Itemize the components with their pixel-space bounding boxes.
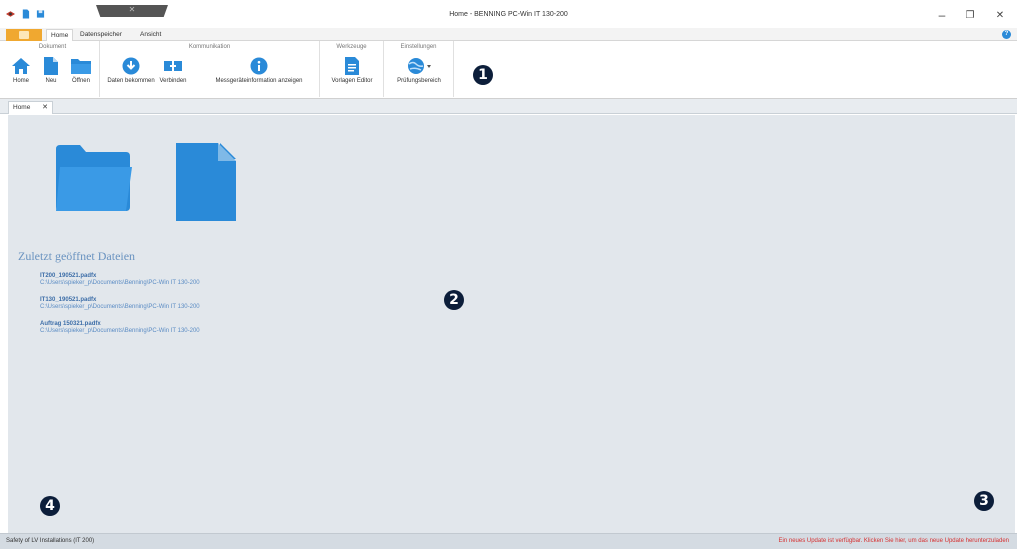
pruefungsbereich-label: Prüfungsbereich (397, 78, 441, 84)
tab-ansicht[interactable]: Ansicht (136, 29, 165, 41)
update-available-link[interactable]: Ein neues Update ist verfügbar. Klicken … (779, 538, 1009, 544)
recent-files-title: Zuletzt geöffnet Dateien (18, 249, 136, 263)
recent-file-name[interactable]: IT200_190521.padfx (40, 273, 200, 279)
verbinden-label: Verbinden (159, 78, 187, 84)
pruefungsbereich-button[interactable]: Prüfungsbereich (390, 57, 448, 84)
recent-file-name[interactable]: Auftrag 150321.padfx (40, 321, 200, 327)
callout-2: 2 (444, 290, 464, 310)
group-label-einstellungen: Einstellungen (400, 44, 437, 50)
title-bar: ✕ Home - BENNING PC-Win IT 130-200 – ❐ ✕ (0, 0, 1017, 28)
tab-datenspeicher[interactable]: Datenspeicher (76, 29, 126, 41)
large-folder-icon (56, 145, 132, 211)
ribbon: Dokument Home Neu Öffnen Kommunikation D… (0, 41, 1017, 99)
recent-file-item[interactable]: IT200_190521.padfx C:\Users\spieker_p\Do… (40, 273, 200, 286)
main-content: Zuletzt geöffnet Dateien IT200_190521.pa… (8, 115, 1015, 533)
home-button-label: Home (12, 78, 29, 84)
folder-icon (71, 59, 91, 74)
open-button[interactable]: Öffnen (68, 57, 94, 84)
recent-file-path: C:\Users\spieker_p\Documents\Benning\PC-… (40, 304, 200, 310)
download-icon (122, 57, 140, 75)
daten-bekommen-button[interactable]: Daten bekommen (106, 57, 156, 84)
open-button-label: Öffnen (72, 78, 90, 84)
connect-icon (164, 61, 182, 71)
doctab-close-icon[interactable]: ✕ (42, 102, 48, 114)
group-dokument: Dokument Home Neu Öffnen (6, 41, 100, 97)
home-button[interactable]: Home (10, 57, 32, 84)
large-new-document-icon (176, 143, 236, 221)
recent-file-path: C:\Users\spieker_p\Documents\Benning\PC-… (40, 280, 200, 286)
messgeraeteinformation-label: Messgeräteinformation anzeigen (215, 78, 303, 84)
new-file-tile[interactable] (176, 143, 236, 223)
callout-4: 4 (40, 496, 60, 516)
recent-file-path: C:\Users\spieker_p\Documents\Benning\PC-… (40, 328, 200, 334)
group-label-werkzeuge: Werkzeuge (336, 44, 367, 50)
window-title: Home - BENNING PC-Win IT 130-200 (449, 11, 568, 18)
status-bar: Safety of LV Installations (IT 200) Ein … (0, 533, 1017, 549)
group-werkzeuge: Werkzeuge Vorlagen Editor (320, 41, 384, 97)
recent-file-item[interactable]: Auftrag 150321.padfx C:\Users\spieker_p\… (40, 321, 200, 334)
callout-3: 3 (974, 491, 994, 511)
callout-1: 1 (473, 65, 493, 85)
recent-file-name[interactable]: IT130_190521.padfx (40, 297, 200, 303)
new-button-label: Neu (45, 78, 57, 84)
template-editor-icon (345, 57, 359, 75)
info-icon (250, 57, 268, 75)
group-label-kommunikation: Kommunikation (188, 44, 231, 50)
doctab-home[interactable]: Home ✕ (8, 101, 53, 114)
messgeraeteinformation-button[interactable]: Messgeräteinformation anzeigen (204, 57, 314, 84)
group-kommunikation: Kommunikation Daten bekommen Verbinden M… (100, 41, 320, 97)
ribbon-tab-row: Home Datenspeicher Ansicht ? (0, 28, 1017, 41)
home-icon (12, 58, 30, 74)
minimize-button[interactable]: – (930, 6, 954, 24)
globe-settings-icon (408, 58, 431, 74)
new-document-icon (44, 57, 58, 75)
new-button[interactable]: Neu (42, 57, 60, 84)
close-button[interactable]: ✕ (988, 6, 1012, 24)
daten-bekommen-label: Daten bekommen (107, 78, 155, 84)
help-icon[interactable]: ? (1002, 30, 1011, 39)
doctab-home-label: Home (13, 104, 31, 111)
group-label-dokument: Dokument (38, 44, 67, 50)
verbinden-button[interactable]: Verbinden (156, 57, 190, 84)
status-mode-text: Safety of LV Installations (IT 200) (6, 538, 95, 544)
restore-button[interactable]: ❐ (958, 6, 982, 24)
file-menu-icon (19, 31, 29, 39)
vorlagen-editor-label: Vorlagen Editor (331, 78, 373, 84)
group-einstellungen: Einstellungen Prüfungsbereich (384, 41, 454, 97)
file-menu-button[interactable] (6, 29, 42, 41)
document-tab-strip: Home ✕ (0, 99, 1017, 114)
tab-home[interactable]: Home (46, 29, 74, 41)
recent-file-item[interactable]: IT130_190521.padfx C:\Users\spieker_p\Do… (40, 297, 200, 310)
vorlagen-editor-button[interactable]: Vorlagen Editor (324, 57, 380, 84)
open-file-tile[interactable] (56, 145, 132, 213)
